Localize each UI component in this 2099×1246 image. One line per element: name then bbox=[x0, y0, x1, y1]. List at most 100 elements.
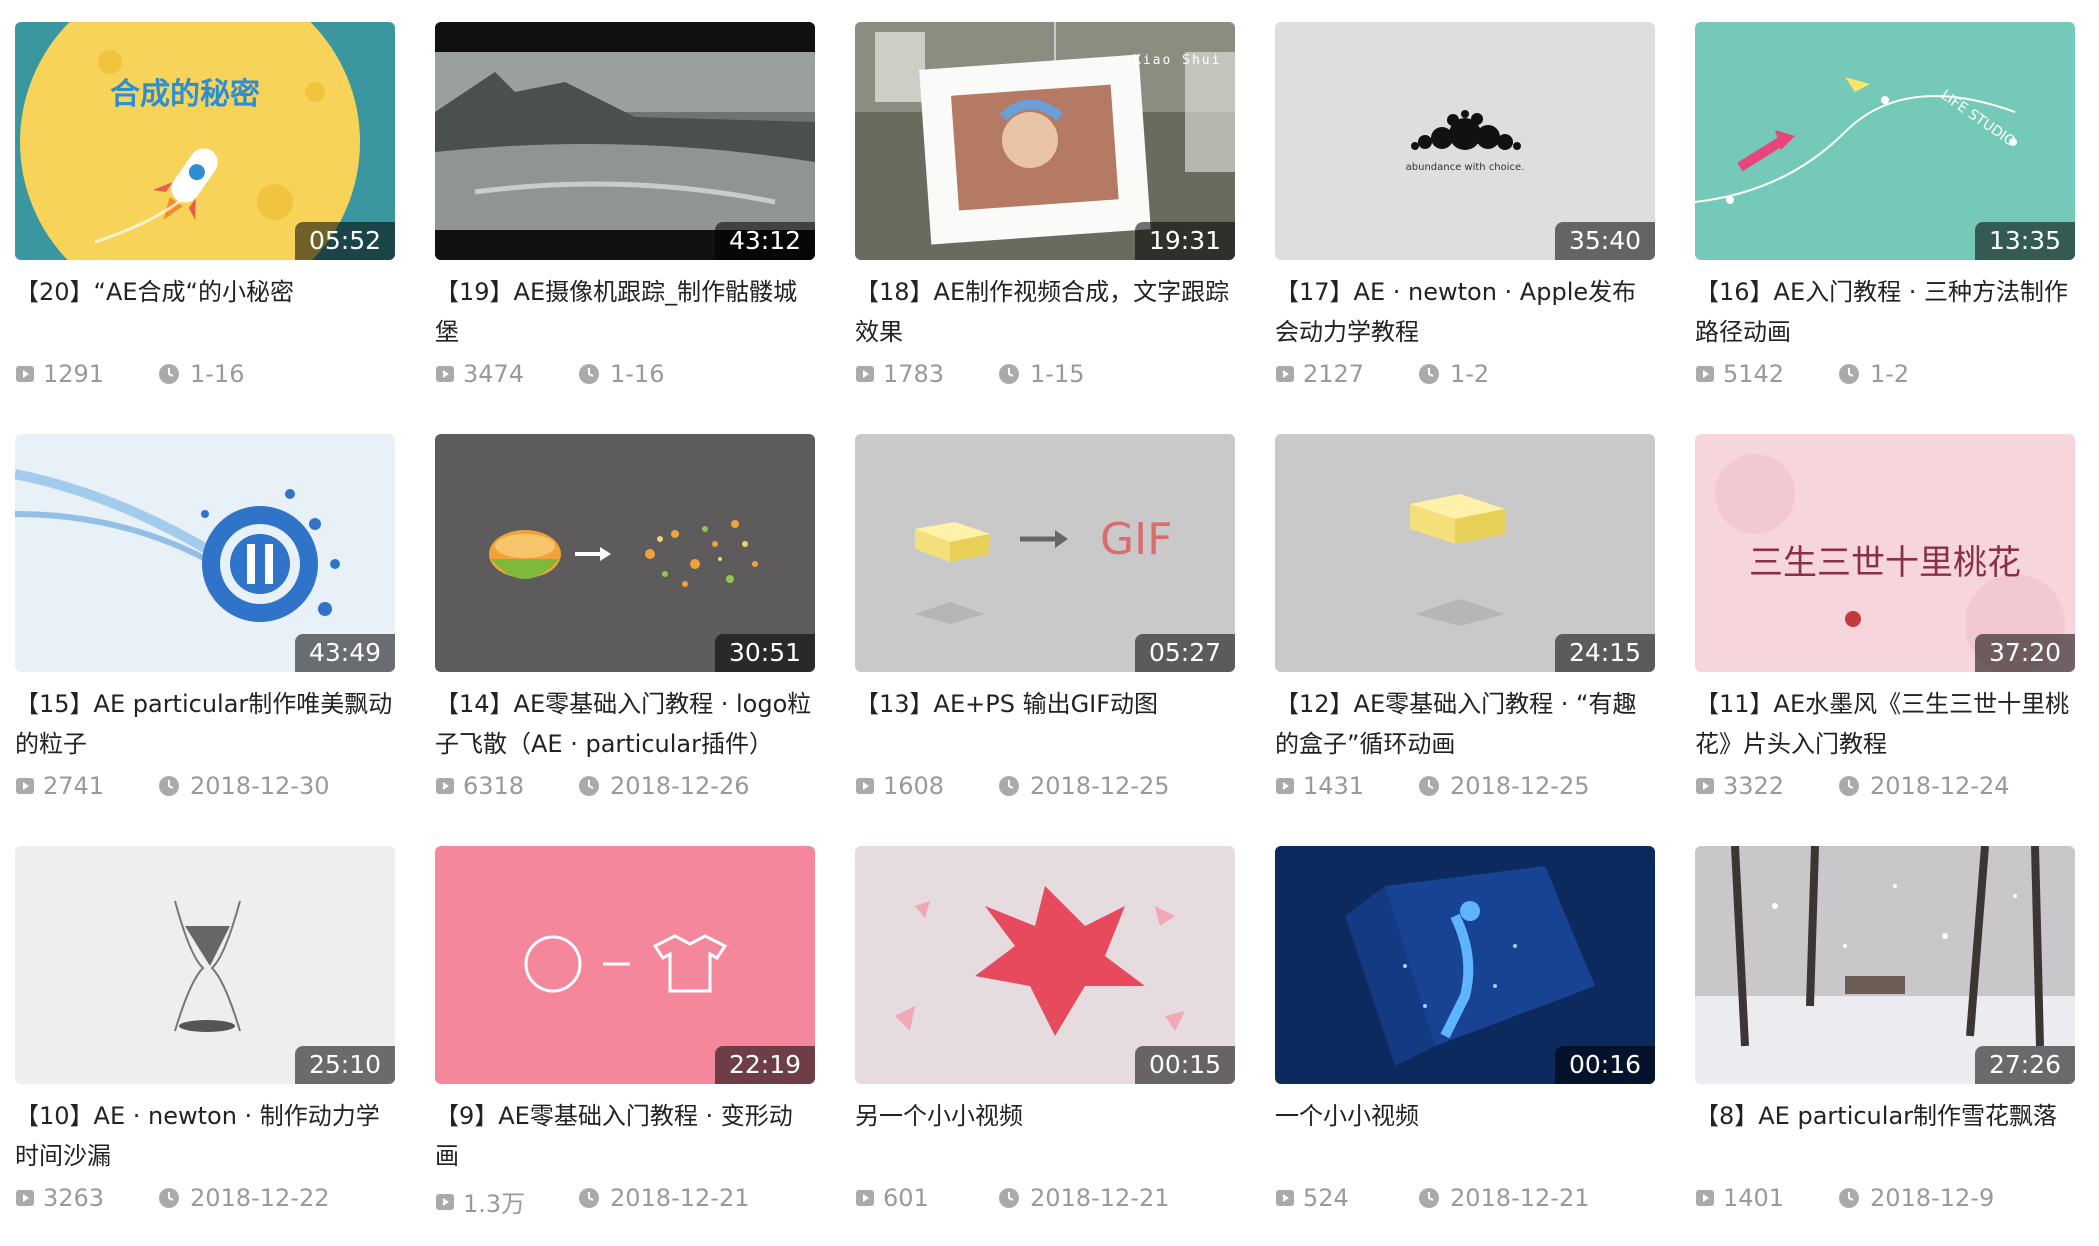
video-card[interactable]: 24:15 【12】AE零基础入门教程 · “有趣的盒子”循环动画 1431 2… bbox=[1275, 434, 1655, 834]
video-card[interactable]: GIF 05:27 【13】AE+PS 输出GIF动图 1608 2018-12… bbox=[855, 434, 1235, 834]
video-card[interactable]: Xiao Shui 19:31 【18】AE制作视频合成，文字跟踪效果 1783… bbox=[855, 22, 1235, 422]
play-count-value: 2741 bbox=[43, 772, 105, 800]
upload-date-value: 2018-12-30 bbox=[190, 772, 330, 800]
video-thumbnail[interactable]: GIF 05:27 bbox=[855, 434, 1235, 672]
video-thumbnail[interactable]: 30:51 bbox=[435, 434, 815, 672]
video-title[interactable]: 【19】AE摄像机跟踪_制作骷髅城堡 bbox=[435, 272, 815, 352]
upload-date-value: 2018-12-21 bbox=[610, 1184, 750, 1212]
video-title[interactable]: 【17】AE · newton · Apple发布会动力学教程 bbox=[1275, 272, 1655, 352]
video-meta: 2741 2018-12-30 bbox=[15, 772, 395, 806]
play-count-value: 5142 bbox=[1723, 360, 1785, 388]
play-count: 3263 bbox=[15, 1184, 104, 1212]
clock-icon bbox=[159, 364, 179, 384]
play-count: 5142 bbox=[1695, 360, 1784, 388]
play-count-value: 1783 bbox=[883, 360, 945, 388]
video-title[interactable]: 一个小小视频 bbox=[1275, 1096, 1655, 1176]
video-meta: 1608 2018-12-25 bbox=[855, 772, 1235, 806]
video-card[interactable]: 合成的秘密 05:52 【20】“AE合成“的小秘密 1291 1-16 bbox=[15, 22, 395, 422]
video-card[interactable]: 25:10 【10】AE · newton · 制作动力学时间沙漏 3263 2… bbox=[15, 846, 395, 1246]
video-card[interactable]: 30:51 【14】AE零基础入门教程 · logo粒子飞散（AE · part… bbox=[435, 434, 815, 834]
play-count-value: 3263 bbox=[43, 1184, 105, 1212]
clock-icon bbox=[579, 776, 599, 796]
play-count-icon bbox=[856, 778, 874, 794]
video-title[interactable]: 【12】AE零基础入门教程 · “有趣的盒子”循环动画 bbox=[1275, 684, 1655, 764]
video-card[interactable]: abundance with choice. 35:40 【17】AE · ne… bbox=[1275, 22, 1655, 422]
play-count-icon bbox=[1276, 366, 1294, 382]
upload-date: 1-16 bbox=[158, 360, 244, 388]
video-title[interactable]: 【15】AE particular制作唯美飘动的粒子 bbox=[15, 684, 395, 764]
video-thumbnail[interactable]: 27:26 bbox=[1695, 846, 2075, 1084]
video-thumbnail[interactable]: 25:10 bbox=[15, 846, 395, 1084]
upload-date: 1-15 bbox=[998, 360, 1084, 388]
upload-date: 2018-12-26 bbox=[578, 772, 749, 800]
play-count-value: 6318 bbox=[463, 772, 525, 800]
upload-date-value: 2018-12-9 bbox=[1870, 1184, 1995, 1212]
play-count: 524 bbox=[1275, 1184, 1349, 1212]
play-count: 1608 bbox=[855, 772, 944, 800]
upload-date-value: 2018-12-26 bbox=[610, 772, 750, 800]
video-title[interactable]: 【18】AE制作视频合成，文字跟踪效果 bbox=[855, 272, 1235, 352]
video-duration: 00:15 bbox=[1134, 1046, 1235, 1084]
upload-date: 1-2 bbox=[1838, 360, 1909, 388]
video-thumbnail[interactable]: 43:49 bbox=[15, 434, 395, 672]
video-duration: 43:49 bbox=[294, 634, 395, 672]
video-thumbnail[interactable]: 00:15 bbox=[855, 846, 1235, 1084]
video-thumbnail[interactable]: LIFE STUDIO 13:35 bbox=[1695, 22, 2075, 260]
video-title[interactable]: 【13】AE+PS 输出GIF动图 bbox=[855, 684, 1235, 764]
upload-date: 1-2 bbox=[1418, 360, 1489, 388]
video-card[interactable]: 43:49 【15】AE particular制作唯美飘动的粒子 2741 20… bbox=[15, 434, 395, 834]
video-title[interactable]: 【20】“AE合成“的小秘密 bbox=[15, 272, 395, 352]
play-count-icon bbox=[1696, 778, 1714, 794]
video-meta: 3263 2018-12-22 bbox=[15, 1184, 395, 1218]
video-meta: 1.3万 2018-12-21 bbox=[435, 1184, 815, 1218]
upload-date: 2018-12-30 bbox=[158, 772, 329, 800]
video-card[interactable]: LIFE STUDIO 13:35 【16】AE入门教程 · 三种方法制作路径动… bbox=[1695, 22, 2075, 422]
video-thumbnail[interactable]: 三生三世十里桃花 37:20 bbox=[1695, 434, 2075, 672]
play-count-value: 2127 bbox=[1303, 360, 1365, 388]
play-count-value: 3474 bbox=[463, 360, 525, 388]
video-title[interactable]: 【8】AE particular制作雪花飘落 bbox=[1695, 1096, 2075, 1176]
clock-icon bbox=[1839, 1188, 1859, 1208]
video-thumbnail[interactable]: 00:16 bbox=[1275, 846, 1655, 1084]
video-meta: 1431 2018-12-25 bbox=[1275, 772, 1655, 806]
video-meta: 1783 1-15 bbox=[855, 360, 1235, 394]
play-count: 2741 bbox=[15, 772, 104, 800]
video-thumbnail[interactable]: 合成的秘密 05:52 bbox=[15, 22, 395, 260]
play-count-value: 1.3万 bbox=[463, 1190, 526, 1218]
video-meta: 1401 2018-12-9 bbox=[1695, 1184, 2075, 1218]
play-count-icon bbox=[856, 366, 874, 382]
clock-icon bbox=[999, 1188, 1019, 1208]
video-title[interactable]: 另一个小小视频 bbox=[855, 1096, 1235, 1176]
video-card[interactable]: 43:12 【19】AE摄像机跟踪_制作骷髅城堡 3474 1-16 bbox=[435, 22, 815, 422]
video-card[interactable]: 27:26 【8】AE particular制作雪花飘落 1401 2018-1… bbox=[1695, 846, 2075, 1246]
video-thumbnail[interactable]: abundance with choice. 35:40 bbox=[1275, 22, 1655, 260]
video-meta: 2127 1-2 bbox=[1275, 360, 1655, 394]
video-duration: 43:12 bbox=[714, 222, 815, 260]
video-thumbnail[interactable]: 43:12 bbox=[435, 22, 815, 260]
ink-overlay-text: 三生三世十里桃花 bbox=[1749, 543, 2021, 583]
upload-date-value: 2018-12-25 bbox=[1450, 772, 1590, 800]
play-count: 1.3万 bbox=[435, 1184, 525, 1219]
play-count-icon bbox=[856, 1190, 874, 1206]
clock-icon bbox=[1419, 1188, 1439, 1208]
upload-date: 2018-12-21 bbox=[578, 1184, 749, 1212]
video-title[interactable]: 【9】AE零基础入门教程 · 变形动画 bbox=[435, 1096, 815, 1176]
play-count-value: 1401 bbox=[1723, 1184, 1785, 1212]
play-count-value: 1608 bbox=[883, 772, 945, 800]
video-title[interactable]: 【10】AE · newton · 制作动力学时间沙漏 bbox=[15, 1096, 395, 1176]
video-card[interactable]: 00:16 一个小小视频 524 2018-12-21 bbox=[1275, 846, 1655, 1246]
video-duration: 35:40 bbox=[1554, 222, 1655, 260]
video-title[interactable]: 【16】AE入门教程 · 三种方法制作路径动画 bbox=[1695, 272, 2075, 352]
video-card[interactable]: 00:15 另一个小小视频 601 2018-12-21 bbox=[855, 846, 1235, 1246]
play-count-icon bbox=[1276, 778, 1294, 794]
video-thumbnail[interactable]: 22:19 bbox=[435, 846, 815, 1084]
video-thumbnail[interactable]: Xiao Shui 19:31 bbox=[855, 22, 1235, 260]
video-title[interactable]: 【14】AE零基础入门教程 · logo粒子飞散（AE · particular… bbox=[435, 684, 815, 764]
video-card[interactable]: 三生三世十里桃花 37:20 【11】AE水墨风《三生三世十里桃花》片头入门教程… bbox=[1695, 434, 2075, 834]
upload-date: 1-16 bbox=[578, 360, 664, 388]
clock-icon bbox=[579, 364, 599, 384]
upload-date-value: 2018-12-21 bbox=[1030, 1184, 1170, 1212]
video-title[interactable]: 【11】AE水墨风《三生三世十里桃花》片头入门教程 bbox=[1695, 684, 2075, 764]
video-thumbnail[interactable]: 24:15 bbox=[1275, 434, 1655, 672]
video-card[interactable]: 22:19 【9】AE零基础入门教程 · 变形动画 1.3万 2018-12-2… bbox=[435, 846, 815, 1246]
